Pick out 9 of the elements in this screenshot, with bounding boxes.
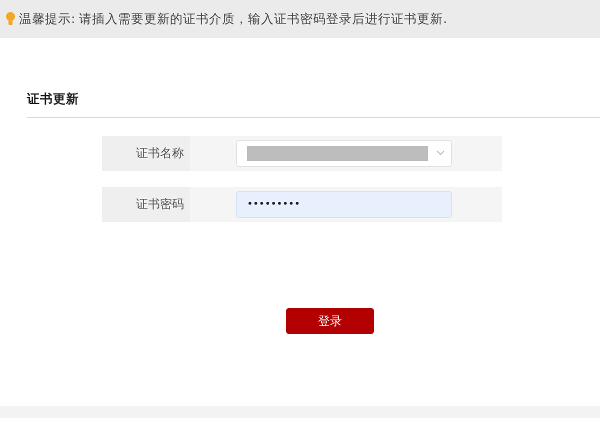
lightbulb-icon xyxy=(6,12,15,26)
section-title: 证书更新 xyxy=(27,91,79,106)
field-label: 证书密码 xyxy=(102,186,190,222)
tip-text: 温馨提示: 请插入需要更新的证书介质，输入证书密码登录后进行证书更新. xyxy=(19,10,448,28)
chevron-down-icon xyxy=(436,150,445,156)
select-field[interactable] xyxy=(236,140,452,167)
password-field[interactable]: ••••••••• xyxy=(236,190,452,218)
login-button[interactable]: 登录 xyxy=(286,308,374,334)
field-label: 证书名称 xyxy=(102,136,190,171)
